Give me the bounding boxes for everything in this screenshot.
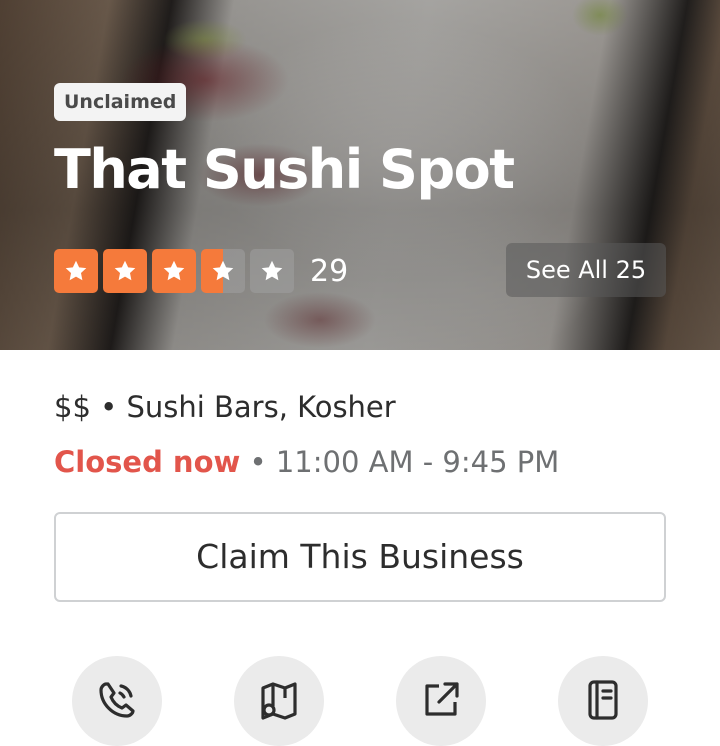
star-icon [54, 249, 98, 293]
star-icon [152, 249, 196, 293]
website-button[interactable] [396, 656, 486, 746]
star-empty-icon [250, 249, 294, 293]
review-count[interactable]: 29 [310, 252, 348, 292]
open-status: Closed now [54, 445, 241, 479]
hours-line: Closed now • 11:00 AM - 9:45 PM [54, 445, 559, 479]
menu-icon [588, 680, 618, 720]
map-icon [261, 682, 297, 720]
business-name: That Sushi Spot [54, 138, 515, 201]
price-category-line: $$ • Sushi Bars, Kosher [54, 390, 396, 424]
star-icon [103, 249, 147, 293]
see-all-photos-button[interactable]: See All 25 [506, 243, 666, 297]
external-link-icon [425, 682, 459, 716]
hours-range: 11:00 AM - 9:45 PM [275, 445, 560, 479]
phone-icon [99, 682, 135, 718]
directions-button[interactable] [234, 656, 324, 746]
unclaimed-badge: Unclaimed [54, 83, 187, 121]
star-rating [54, 249, 294, 293]
menu-button[interactable] [558, 656, 648, 746]
hero-photo[interactable]: Unclaimed That Sushi Spot 29 See All 25 [0, 0, 720, 350]
claim-business-button[interactable]: Claim This Business [54, 512, 666, 602]
star-half-icon [201, 249, 245, 293]
separator-dot: • [240, 445, 276, 479]
call-button[interactable] [72, 656, 162, 746]
